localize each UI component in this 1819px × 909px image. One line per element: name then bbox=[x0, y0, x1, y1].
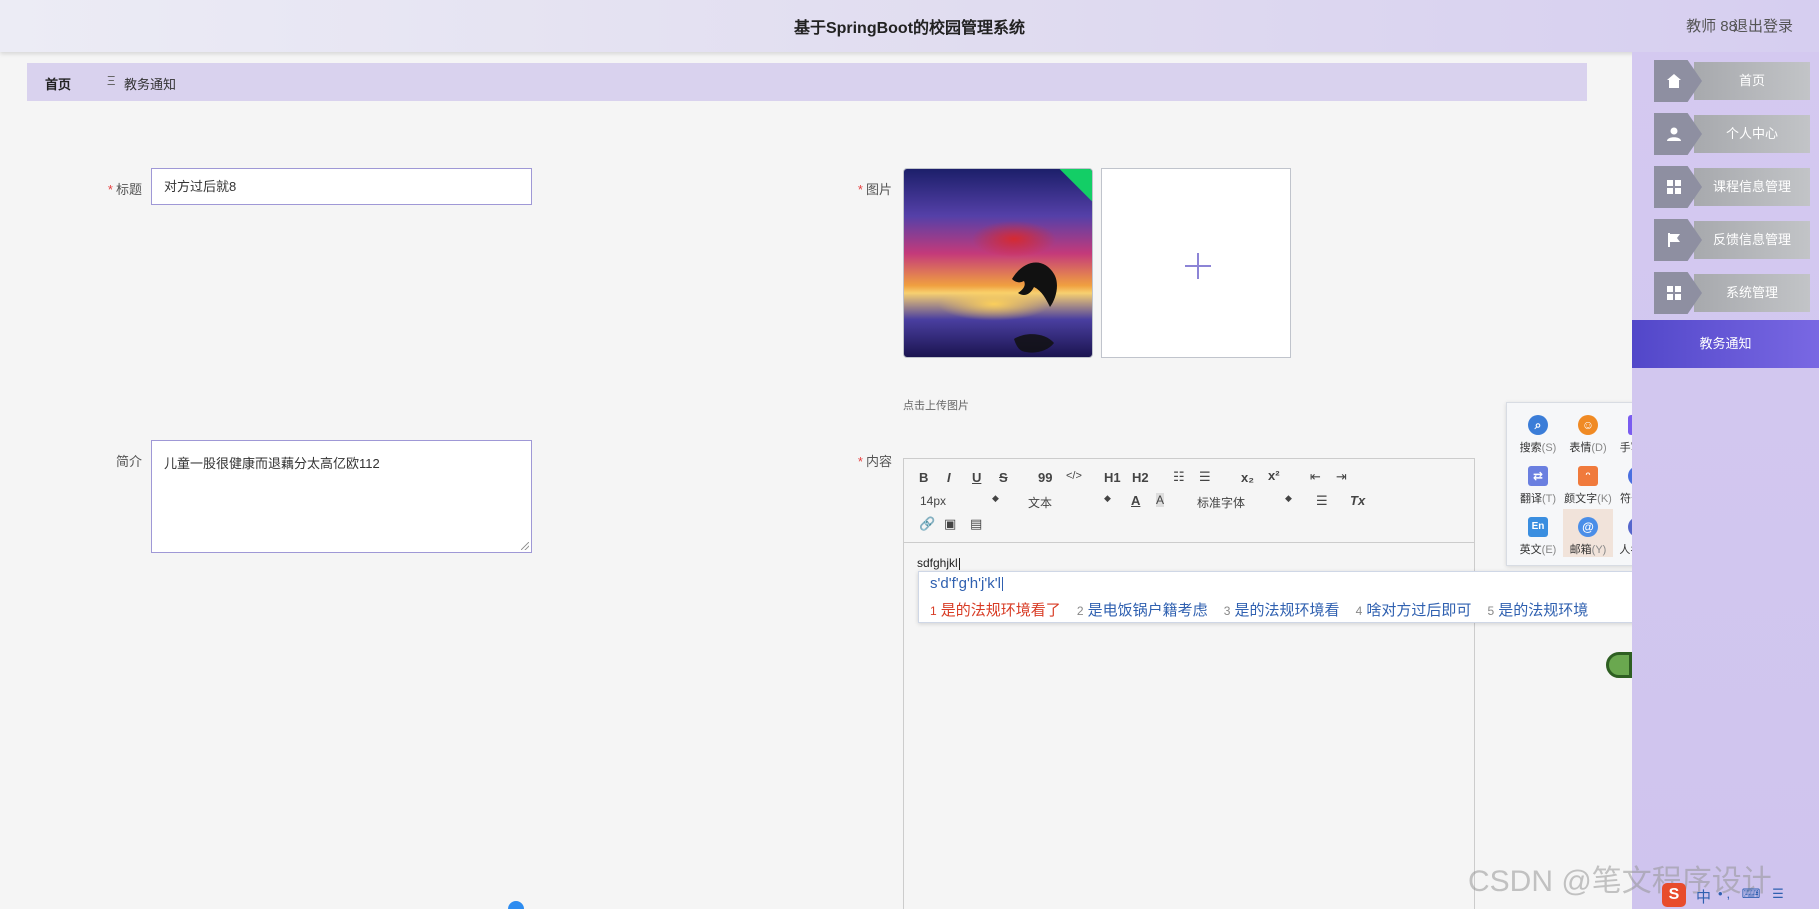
video-icon[interactable]: ▤ bbox=[970, 516, 982, 532]
clear-format-button[interactable]: Tx bbox=[1350, 493, 1365, 508]
ime-candidate[interactable]: 2 是电饭锅户籍考虑 bbox=[1077, 602, 1208, 619]
background-color-icon[interactable]: A bbox=[1156, 493, 1165, 507]
home-icon bbox=[1667, 74, 1681, 88]
font-size-select[interactable]: 14px ◆ bbox=[920, 493, 1000, 508]
sidebar-item-home[interactable]: 首页 bbox=[1654, 60, 1810, 102]
upload-success-badge bbox=[1059, 169, 1092, 202]
ime-translate-button[interactable]: ⇄ 翻译(T) bbox=[1513, 458, 1563, 506]
add-image-button[interactable] bbox=[1101, 168, 1291, 358]
ime-status-tray: S 中 •, ⌨ ☰ bbox=[1656, 882, 1819, 909]
italic-button[interactable]: I bbox=[947, 470, 951, 485]
ime-emoji-button[interactable]: ☺ 表情(D) bbox=[1563, 407, 1613, 455]
uploaded-image[interactable] bbox=[903, 168, 1093, 358]
current-user: 教师 88 bbox=[1686, 18, 1737, 35]
sidebar-item-feedback[interactable]: 反馈信息管理 bbox=[1654, 219, 1810, 261]
underline-button[interactable]: U bbox=[972, 470, 981, 485]
strike-button[interactable]: S bbox=[999, 470, 1008, 485]
english-icon: En bbox=[1528, 517, 1548, 537]
emoji-icon: ☺ bbox=[1578, 415, 1598, 435]
floating-dot-icon[interactable] bbox=[508, 901, 524, 909]
intro-label: 简介 bbox=[115, 454, 142, 469]
editor-content[interactable]: sdfghjkl bbox=[917, 556, 960, 570]
flag-icon bbox=[1668, 233, 1680, 247]
sidebar-item-label: 反馈信息管理 bbox=[1694, 221, 1810, 259]
breadcrumb-current: 教务通知 bbox=[124, 77, 177, 92]
code-block-button[interactable]: </> bbox=[1066, 470, 1082, 482]
breadcrumb-home[interactable]: 首页 bbox=[45, 74, 71, 93]
title-label: * 标题 bbox=[107, 182, 142, 197]
align-icon[interactable]: ☰ bbox=[1316, 493, 1328, 509]
top-header: 基于SpringBoot的校园管理系统 教师 88 退出登录 bbox=[0, 0, 1819, 52]
ime-kaomoji-button[interactable]: ᵔ 颜文字(K) bbox=[1563, 458, 1613, 506]
image-label: * 图片 bbox=[857, 182, 892, 197]
page-title: 基于SpringBoot的校园管理系统 bbox=[793, 20, 1026, 37]
h2-button[interactable]: H2 bbox=[1132, 470, 1149, 485]
intro-text: 儿童一股很健康而退藕分太高亿欧112 bbox=[164, 456, 380, 471]
search-icon: ⌕ bbox=[1528, 415, 1548, 435]
ime-candidate[interactable]: 1 是的法规环境看了 bbox=[930, 602, 1061, 619]
sidebar: 首页 个人中心 课程信息管理 反馈信息管理 系统管理 教务通知 bbox=[1632, 52, 1819, 909]
ime-pinyin: s'd'f'g'h'j'k'l bbox=[930, 575, 1003, 592]
sidebar-item-label: 课程信息管理 bbox=[1694, 168, 1810, 206]
sidebar-item-course[interactable]: 课程信息管理 bbox=[1654, 166, 1810, 208]
bold-button[interactable]: B bbox=[919, 470, 928, 485]
ime-english-button[interactable]: En 英文(E) bbox=[1513, 509, 1563, 557]
ime-candidate[interactable]: 4 啥对方过后即可 bbox=[1356, 602, 1472, 619]
ime-candidate[interactable]: 3 是的法规环境看 bbox=[1224, 602, 1340, 619]
editor-toolbar: B I U S 99 </> H1 H2 ☷ ☰ x₂ x² ⇤ ⇥ 14px ◆… bbox=[904, 459, 1474, 543]
grid-icon bbox=[1667, 286, 1681, 300]
title-input[interactable]: 对方过后就8 bbox=[151, 168, 532, 205]
sidebar-item-label: 个人中心 bbox=[1694, 115, 1810, 153]
superscript-button[interactable]: x² bbox=[1268, 468, 1280, 483]
ime-candidates: 1 是的法规环境看了 2 是电饭锅户籍考虑 3 是的法规环境看 4 啥对方过后即可 5是… bbox=[930, 599, 1600, 620]
ime-tray-tools[interactable]: •, ⌨ ☰ bbox=[1718, 886, 1788, 902]
bullet-list-icon[interactable]: ☰ bbox=[1199, 469, 1211, 485]
resize-handle-icon[interactable] bbox=[521, 542, 529, 550]
logout-link[interactable]: 退出登录 bbox=[1733, 15, 1793, 36]
text-type-select[interactable]: 文本 ◆ bbox=[1028, 493, 1111, 511]
translate-icon: ⇄ bbox=[1528, 466, 1548, 486]
floating-widget-icon[interactable] bbox=[1606, 652, 1632, 678]
breadcrumb-separator: Ξ bbox=[107, 73, 116, 88]
ime-search-button[interactable]: ⌕ 搜索(S) bbox=[1513, 407, 1563, 455]
ime-mode-toggle[interactable]: 中 bbox=[1696, 886, 1711, 907]
kaomoji-icon: ᵔ bbox=[1578, 466, 1598, 486]
image-icon[interactable]: ▣ bbox=[944, 516, 956, 532]
sidebar-item-notice[interactable]: 教务通知 bbox=[1632, 320, 1819, 368]
breadcrumb: 首页 Ξ 教务通知 bbox=[27, 63, 1587, 101]
grid-icon bbox=[1667, 180, 1681, 194]
sidebar-item-system[interactable]: 系统管理 bbox=[1654, 272, 1810, 314]
ime-email-button[interactable]: @ 邮箱(Y) bbox=[1563, 509, 1613, 557]
blockquote-button[interactable]: 99 bbox=[1038, 470, 1052, 485]
at-icon: @ bbox=[1578, 517, 1598, 537]
user-icon bbox=[1667, 127, 1681, 141]
rich-text-editor: B I U S 99 </> H1 H2 ☷ ☰ x₂ x² ⇤ ⇥ 14px ◆… bbox=[903, 458, 1475, 909]
intro-textarea[interactable]: 儿童一股很健康而退藕分太高亿欧112 bbox=[151, 440, 532, 553]
indent-icon[interactable]: ⇥ bbox=[1336, 469, 1347, 485]
link-icon[interactable]: 🔗 bbox=[919, 516, 935, 532]
upload-tip: 点击上传图片 bbox=[903, 400, 969, 412]
sidebar-item-profile[interactable]: 个人中心 bbox=[1654, 113, 1810, 155]
ime-candidate-bar: s'd'f'g'h'j'k'l 1 是的法规环境看了 2 是电饭锅户籍考虑 3 是的法… bbox=[918, 571, 1691, 623]
outdent-icon[interactable]: ⇤ bbox=[1310, 469, 1321, 485]
h1-button[interactable]: H1 bbox=[1104, 470, 1121, 485]
sidebar-item-label: 首页 bbox=[1694, 62, 1810, 100]
ordered-list-icon[interactable]: ☷ bbox=[1173, 469, 1185, 485]
subscript-button[interactable]: x₂ bbox=[1241, 470, 1254, 485]
sogou-logo-icon[interactable]: S bbox=[1662, 883, 1686, 907]
ime-candidate[interactable]: 5 是的法规环境 bbox=[1488, 602, 1589, 619]
dolphin-image bbox=[1012, 262, 1057, 353]
font-color-icon[interactable]: A bbox=[1131, 493, 1140, 508]
content-label: * 内容 bbox=[857, 454, 892, 469]
sidebar-item-label: 系统管理 bbox=[1694, 274, 1810, 312]
font-family-select[interactable]: 标准字体 ◆ bbox=[1197, 493, 1297, 511]
